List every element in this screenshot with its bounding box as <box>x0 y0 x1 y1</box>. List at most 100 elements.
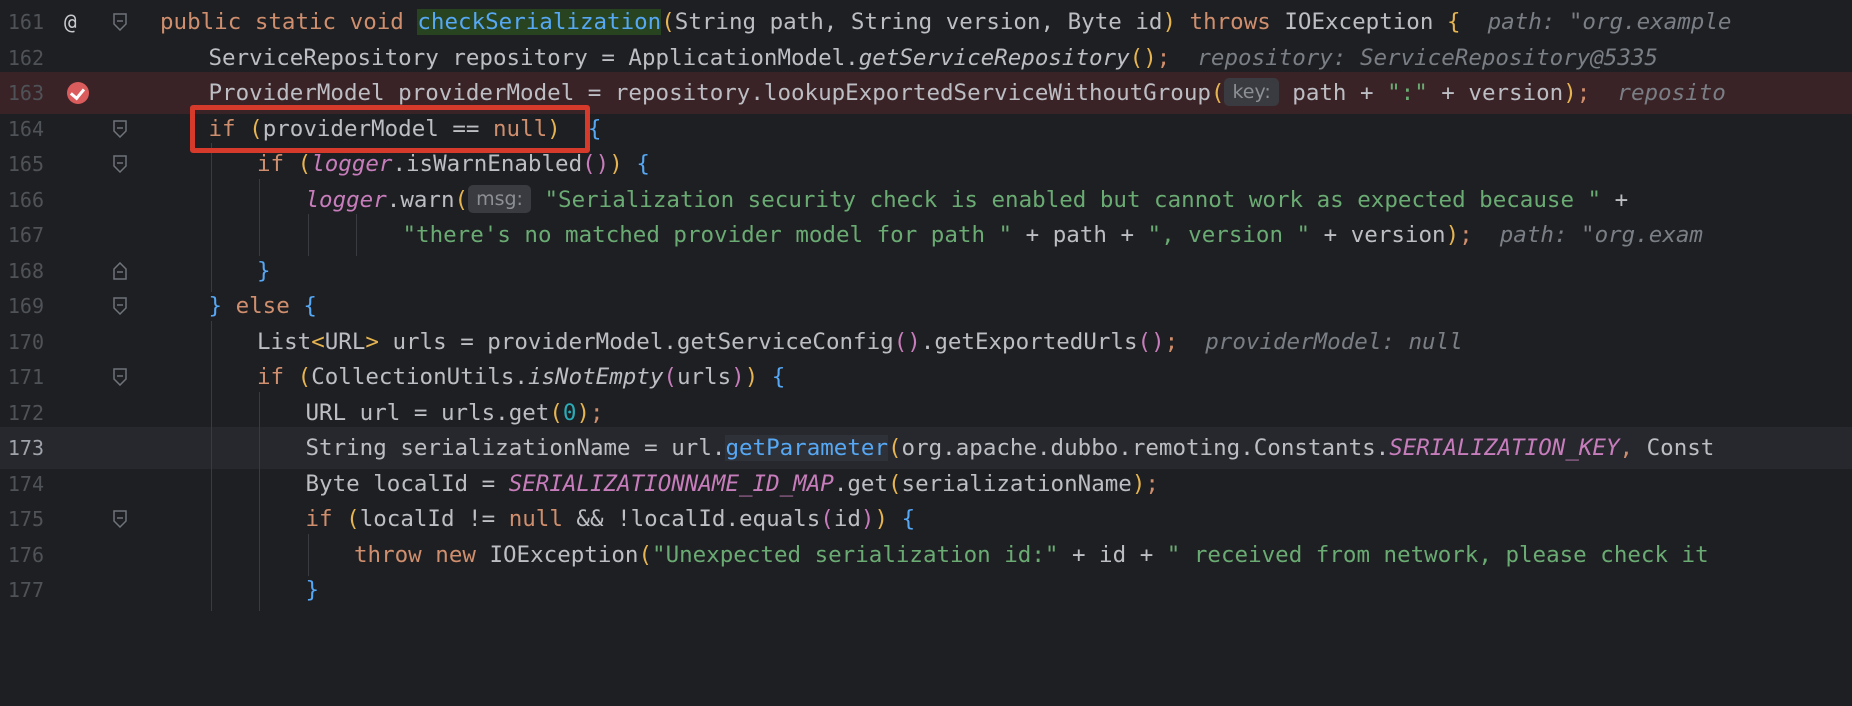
debug-inline-value: reposito <box>1617 80 1726 106</box>
code-token: .isWarnEnabled <box>392 151 583 177</box>
code-token: isNotEmpty <box>527 364 664 390</box>
code-token: checkSerialization <box>417 9 662 35</box>
code-token: "there's no matched provider model for p… <box>402 222 1013 248</box>
code-editor[interactable]: 161 @ public static void checkSerializatio… <box>0 0 1852 706</box>
code-token: "Unexpected serialization id:" <box>652 541 1059 568</box>
fold-open-icon[interactable] <box>112 297 128 315</box>
code-token: { <box>636 151 650 177</box>
code-token: if <box>257 151 298 177</box>
code-token: + id + <box>1058 541 1167 568</box>
code-token: && !localId.equals <box>562 506 821 532</box>
fold-open-icon[interactable] <box>112 155 128 173</box>
code-token: ) <box>1131 470 1146 497</box>
code-token: ) <box>576 399 590 426</box>
code-token: , <box>1619 435 1647 461</box>
code-token: null <box>508 506 563 532</box>
code-token: ; <box>589 399 604 426</box>
fold-open-icon[interactable] <box>112 368 128 386</box>
parameter-hint: key: <box>1224 78 1279 106</box>
code-token: Byte localId = <box>305 470 509 497</box>
fold-open-icon[interactable] <box>112 13 128 31</box>
code-token: if <box>305 506 347 532</box>
code-text[interactable]: } <box>306 569 320 611</box>
code-token: getParameter <box>725 435 888 461</box>
code-token: serializationName <box>901 470 1132 497</box>
code-token: ( <box>297 151 312 177</box>
code-token: .get <box>833 470 888 497</box>
code-token: ( <box>663 364 677 390</box>
code-token: logger <box>305 186 387 213</box>
code-token: urls <box>676 364 732 390</box>
code-token: " received from network, please check it <box>1166 541 1709 568</box>
fold-close-icon[interactable] <box>112 261 128 280</box>
debug-inline-value: repository: ServiceRepository@5335 <box>1197 44 1658 71</box>
code-token: ) <box>874 506 889 532</box>
fold-open-icon[interactable] <box>112 119 128 138</box>
code-token: ) <box>860 506 875 532</box>
code-token: ( <box>888 470 902 497</box>
fold-open-icon[interactable] <box>112 510 128 528</box>
parameter-hint: msg: <box>468 184 531 213</box>
code-token: ( <box>297 364 312 390</box>
code-token: + version <box>1427 80 1564 106</box>
code-token: ) <box>1445 222 1460 248</box>
line-number[interactable]: 177 <box>0 569 44 611</box>
highlight-box-null-check <box>190 105 590 153</box>
code-token: () <box>893 328 921 355</box>
code-token: path + <box>1292 80 1388 106</box>
code-token: ; <box>1145 470 1159 497</box>
code-token: () <box>1137 328 1165 355</box>
code-token: ( <box>1210 80 1225 106</box>
code-token: () <box>1129 44 1157 71</box>
code-token: ProviderModel providerModel = repository… <box>208 80 1211 106</box>
code-token: ; <box>1164 328 1179 355</box>
code-token: ( <box>549 399 563 426</box>
code-token: IOException <box>1284 9 1447 35</box>
code-token: ) <box>744 364 759 390</box>
code-token: + <box>1601 186 1629 213</box>
code-token: CollectionUtils. <box>311 364 528 390</box>
code-token: { <box>303 293 317 319</box>
code-token: .warn <box>386 186 455 213</box>
code-token: URL <box>324 328 366 355</box>
code-line-177[interactable]: 177} <box>0 569 1852 611</box>
code-token: ; <box>1576 80 1591 106</box>
breakpoint-icon[interactable] <box>67 82 89 104</box>
code-token: ) <box>731 364 745 390</box>
code-token: ( <box>888 435 902 461</box>
code-token: logger <box>311 151 393 177</box>
debug-inline-value: path: "org.exam <box>1499 222 1703 248</box>
debug-inline-value: providerModel: null <box>1205 328 1463 355</box>
code-token: ( <box>638 541 653 568</box>
code-token: "Serialization security check is enabled… <box>544 186 1602 213</box>
code-token: } <box>305 577 320 603</box>
code-token: throws <box>1176 9 1285 35</box>
code-token: else <box>222 293 304 319</box>
code-token: } <box>257 257 271 284</box>
code-token: () <box>582 151 610 177</box>
code-token: < <box>311 328 325 355</box>
code-token: ; <box>1156 44 1171 71</box>
code-token: getServiceRepository <box>858 44 1130 71</box>
code-token: if <box>257 364 298 390</box>
code-token: ( <box>661 9 675 35</box>
code-token: ( <box>820 506 834 532</box>
code-token: } <box>208 293 223 319</box>
code-token: ( <box>454 186 469 213</box>
code-token: ( <box>346 506 360 532</box>
code-token: + path + <box>1012 222 1148 248</box>
code-token: localId != <box>359 506 509 532</box>
code-token: public static void <box>160 9 418 35</box>
code-token: ) <box>609 151 623 177</box>
code-token: ; <box>1459 222 1473 248</box>
code-token: SERIALIZATIONNAME_ID_MAP <box>508 470 834 497</box>
code-token: ServiceRepository repository = Applicati… <box>208 44 859 71</box>
code-token: URL url = urls.get <box>305 399 550 426</box>
code-token: { <box>771 364 786 390</box>
code-token: > <box>365 328 379 355</box>
